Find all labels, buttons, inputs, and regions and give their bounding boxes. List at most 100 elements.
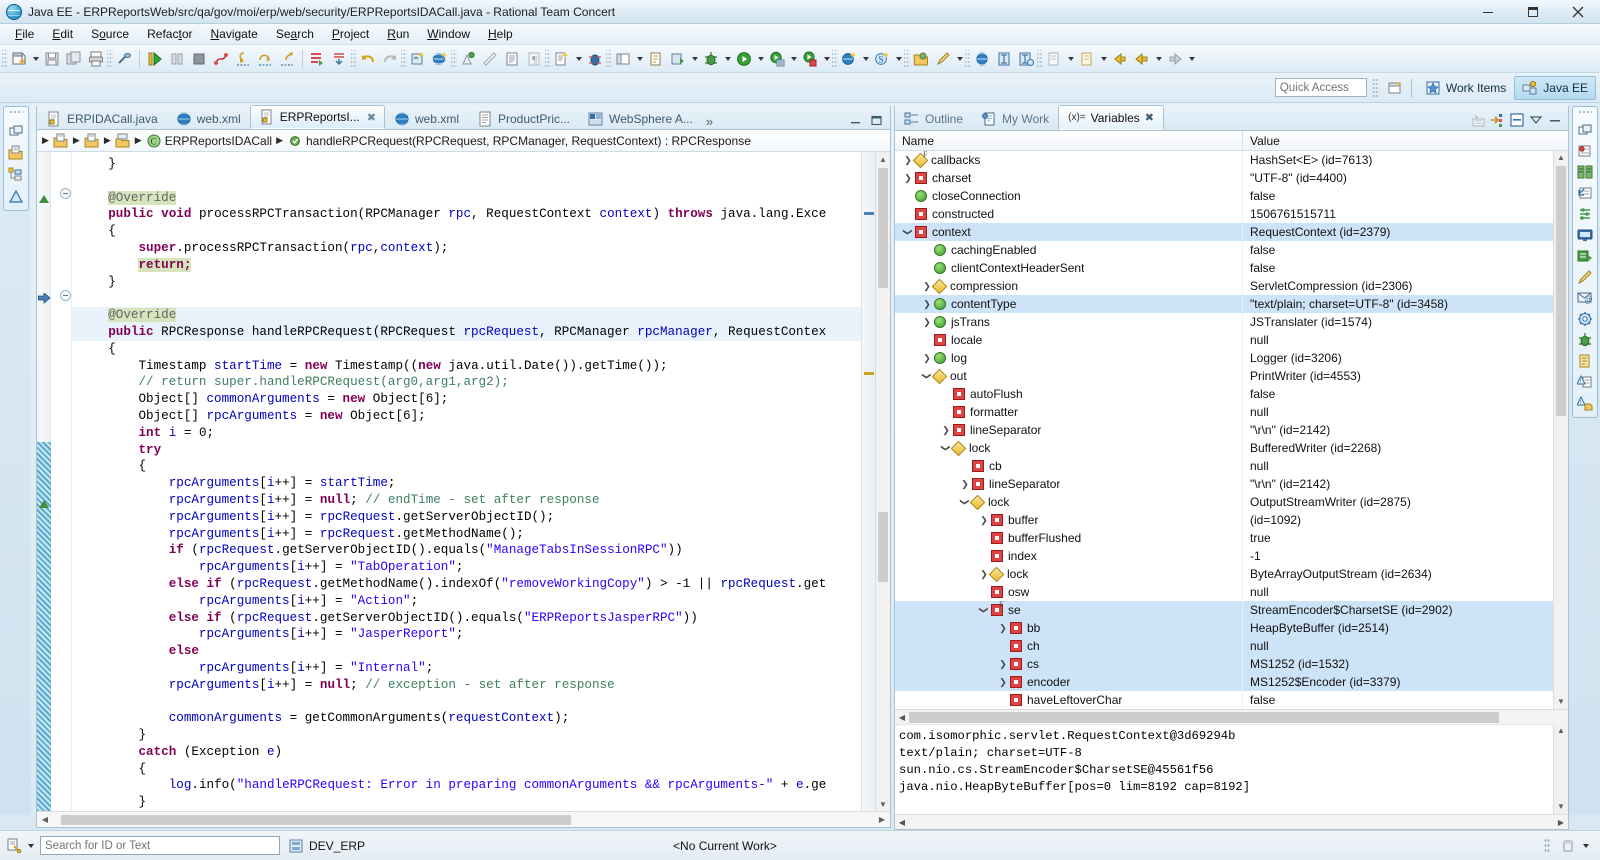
new-java-package-icon[interactable] bbox=[407, 48, 429, 70]
back-dropdown-icon[interactable] bbox=[1153, 48, 1164, 70]
run-external-tools-icon[interactable] bbox=[667, 48, 689, 70]
variable-row[interactable]: closeConnection false bbox=[895, 187, 1553, 205]
globe-icon[interactable] bbox=[971, 48, 993, 70]
snippet-icon[interactable]: S bbox=[871, 48, 893, 70]
variable-row[interactable]: ❯ cs MS1252 (id=1532) bbox=[895, 655, 1553, 673]
view-minimize-icon[interactable] bbox=[1547, 112, 1563, 128]
open-perspective-button[interactable] bbox=[1384, 77, 1406, 99]
java-browsing-2-icon[interactable] bbox=[1015, 48, 1037, 70]
variables-tab-close-icon[interactable]: ✖ bbox=[1145, 111, 1154, 124]
restore-view-icon-right[interactable] bbox=[1577, 122, 1593, 138]
variable-row[interactable]: cb null bbox=[895, 457, 1553, 475]
status-repository[interactable]: DEV_ERP bbox=[280, 838, 373, 854]
editor-maximize-icon[interactable] bbox=[871, 115, 882, 129]
detail-hscroll-right-icon[interactable]: ▶ bbox=[1554, 818, 1568, 827]
editor-marker-column[interactable] bbox=[37, 152, 51, 812]
menu-project[interactable]: Project bbox=[323, 25, 378, 43]
debug-dropdown-icon[interactable] bbox=[722, 48, 733, 70]
variables-vertical-scrollbar[interactable]: ▲ ▼ bbox=[1553, 151, 1568, 709]
drop-to-frame-icon[interactable] bbox=[329, 48, 351, 70]
column-header-name[interactable]: Name bbox=[895, 131, 1243, 150]
editor-tab-webxml-2[interactable]: web.xml bbox=[385, 107, 468, 129]
pen-dropdown-icon[interactable] bbox=[954, 48, 965, 70]
highlight-pen-icon[interactable] bbox=[932, 48, 954, 70]
scroll-up-icon[interactable]: ▲ bbox=[876, 152, 890, 166]
properties-view-icon[interactable] bbox=[1577, 206, 1593, 222]
editor-tab-overflow-icon[interactable]: » bbox=[706, 114, 713, 129]
search-bug-icon[interactable] bbox=[584, 48, 606, 70]
breakpoints-view-icon[interactable] bbox=[1577, 143, 1593, 159]
suspend-icon[interactable] bbox=[166, 48, 188, 70]
editor-vertical-scrollbar[interactable]: ▲ ▼ bbox=[875, 152, 890, 812]
editor-overview-ruler[interactable] bbox=[861, 152, 875, 812]
variable-row[interactable]: ❯ buffer (id=1092) bbox=[895, 511, 1553, 529]
run-on-server-dropdown-icon[interactable] bbox=[788, 48, 799, 70]
breadcrumb-package-icon[interactable] bbox=[115, 133, 131, 149]
perspective-bar-grip[interactable] bbox=[1371, 77, 1379, 98]
problems-view-icon[interactable]: ! bbox=[1576, 374, 1593, 390]
toggle-breakpoint-icon[interactable] bbox=[113, 48, 135, 70]
variable-row[interactable]: bufferFlushed true bbox=[895, 529, 1553, 547]
variable-row[interactable]: ❯ bb HeapByteBuffer (id=2514) bbox=[895, 619, 1553, 637]
variable-row[interactable]: cachingEnabled false bbox=[895, 241, 1553, 259]
perspective-work-items[interactable]: Work Items bbox=[1417, 76, 1514, 100]
step-into-icon[interactable] bbox=[232, 48, 254, 70]
variable-row[interactable]: ch null bbox=[895, 637, 1553, 655]
tab-variables[interactable]: (x)= Variables ✖ bbox=[1058, 105, 1164, 130]
step-return-icon[interactable] bbox=[276, 48, 298, 70]
twisty-collapsed-icon[interactable]: ❯ bbox=[996, 675, 1010, 689]
print-icon[interactable] bbox=[85, 48, 107, 70]
previous-annotation-dropdown-icon[interactable] bbox=[1065, 48, 1076, 70]
twisty-collapsed-icon[interactable]: ❯ bbox=[901, 171, 915, 185]
package-explorer-icon[interactable] bbox=[8, 167, 24, 183]
task-list-icon[interactable] bbox=[1577, 248, 1593, 264]
quick-access-input[interactable] bbox=[1274, 78, 1367, 97]
source-code[interactable]: } @Override public void processRPCTransa… bbox=[72, 152, 861, 811]
twisty-collapsed-icon[interactable]: ❯ bbox=[996, 621, 1010, 635]
detail-scroll-down-icon[interactable]: ▼ bbox=[1554, 800, 1568, 814]
vars-scroll-up-icon[interactable]: ▲ bbox=[1554, 151, 1568, 165]
detail-vertical-scrollbar[interactable]: ▲ ▼ bbox=[1553, 724, 1568, 814]
menu-edit[interactable]: Edit bbox=[43, 25, 82, 43]
console-view-icon[interactable] bbox=[1577, 227, 1593, 243]
variable-row[interactable]: ❯ lineSeparator "\r\n" (id=2142) bbox=[895, 475, 1553, 493]
menu-source[interactable]: Source bbox=[82, 25, 138, 43]
right-fast-view-grip[interactable] bbox=[1577, 110, 1592, 115]
editor-tab-erpreportsidacall[interactable]: ERPReportsI... ✖ bbox=[249, 105, 385, 129]
variable-row[interactable]: constructed 1506761515711 bbox=[895, 205, 1553, 223]
new-web-project-icon[interactable] bbox=[429, 48, 451, 70]
close-button[interactable] bbox=[1555, 0, 1600, 24]
maximize-button[interactable] bbox=[1510, 0, 1555, 24]
menu-window[interactable]: Window bbox=[418, 25, 479, 43]
minimize-button[interactable] bbox=[1465, 0, 1510, 24]
disconnect-icon[interactable] bbox=[210, 48, 232, 70]
fold-collapse-icon-2[interactable] bbox=[60, 290, 71, 301]
breadcrumb-project-icon[interactable] bbox=[53, 133, 69, 149]
breadcrumb-class-icon[interactable]: C bbox=[146, 133, 162, 149]
variables-tree[interactable]: ❯ Fcallbacks HashSet<E> (id=7613) ❯ charset "… bbox=[895, 151, 1553, 709]
detail-pane-layout-icon[interactable] bbox=[1509, 112, 1525, 128]
twisty-collapsed-icon[interactable]: ❯ bbox=[920, 297, 934, 311]
back-icon[interactable] bbox=[1131, 48, 1153, 70]
variables-horizontal-scrollbar[interactable]: ◀ bbox=[895, 709, 1568, 724]
menu-run[interactable]: Run bbox=[378, 25, 418, 43]
snippets-view-icon[interactable] bbox=[1577, 353, 1593, 369]
editor-folding-column[interactable] bbox=[58, 152, 72, 812]
column-header-value[interactable]: Value bbox=[1243, 131, 1568, 150]
perspective-java-ee[interactable]: Java EE bbox=[1514, 75, 1596, 100]
new-file-wizard-icon[interactable] bbox=[551, 48, 573, 70]
breadcrumb-method-icon[interactable] bbox=[287, 133, 303, 149]
work-item-search-icon[interactable] bbox=[6, 838, 22, 854]
editor-tab-close-icon[interactable]: ✖ bbox=[367, 111, 376, 124]
editor-vscroll-thumb[interactable] bbox=[878, 168, 888, 288]
redo-icon[interactable] bbox=[379, 48, 401, 70]
variable-row[interactable]: ❯ contentType "text/plain; charset=UTF-8" … bbox=[895, 295, 1553, 313]
run-on-server-icon[interactable] bbox=[766, 48, 788, 70]
editor-tab-webxml-1[interactable]: web.xml bbox=[167, 107, 250, 129]
debug-icon[interactable] bbox=[700, 48, 722, 70]
twisty-collapsed-icon[interactable]: ❯ bbox=[920, 315, 934, 329]
work-item-search-dropdown-icon[interactable] bbox=[25, 844, 37, 848]
menu-help[interactable]: Help bbox=[479, 25, 522, 43]
annotate-icon[interactable] bbox=[645, 48, 667, 70]
expressions-view-icon[interactable] bbox=[1577, 185, 1593, 201]
